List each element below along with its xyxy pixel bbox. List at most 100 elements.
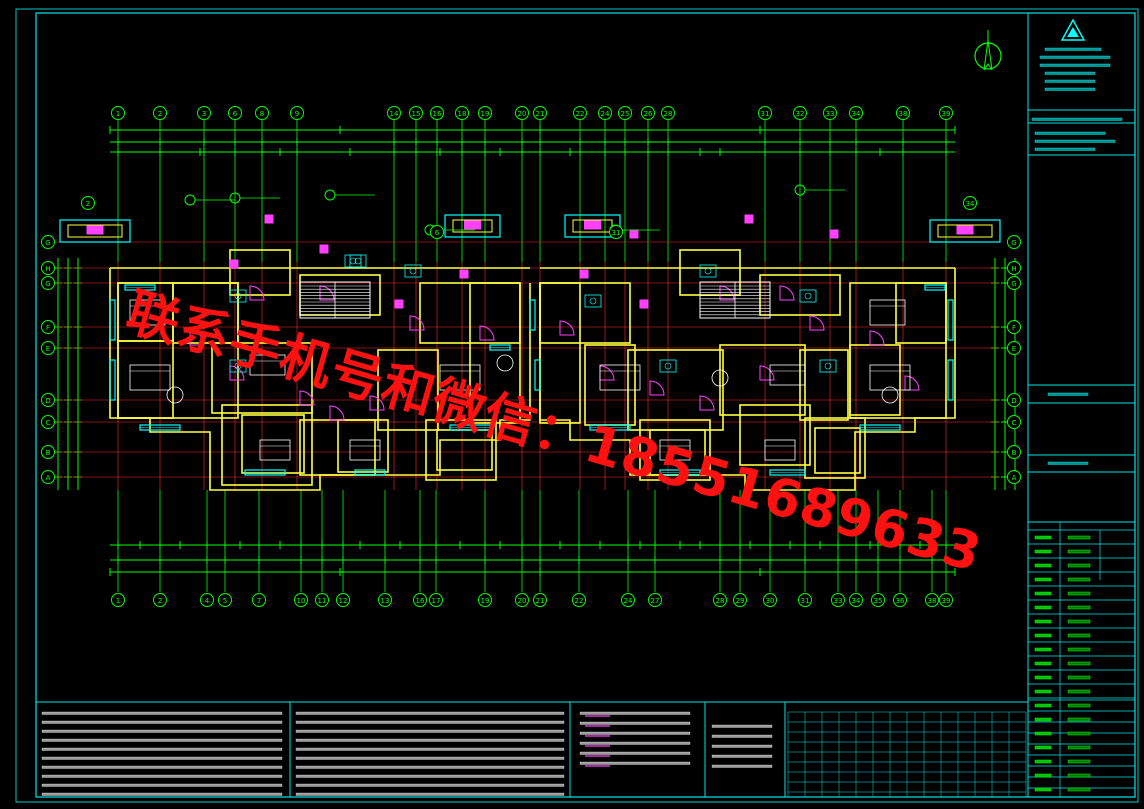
row-bubble-right: A [1007,470,1021,484]
svg-text:29: 29 [736,597,745,605]
svg-text:34: 34 [852,110,861,118]
row-bubble-right: G [1007,276,1021,290]
svg-text:16: 16 [433,110,442,118]
svg-text:F: F [46,324,50,332]
row-bubble-right: C [1007,415,1021,429]
svg-text:A: A [1012,474,1017,482]
svg-text:31: 31 [761,110,770,118]
cad-floor-plan-drawing: 1 2 3 6 8 9 14 15 16 18 19 20 21 22 24 25 26 28 31 32 33 34 38… [15,8,1139,803]
svg-text:24: 24 [601,110,610,118]
svg-text:D: D [45,397,50,405]
svg-text:G: G [45,239,50,247]
svg-text:G: G [45,280,50,288]
grid-bubble-bottom: 12 [336,593,350,607]
svg-text:3: 3 [202,110,206,118]
svg-text:25: 25 [621,110,630,118]
grid-bubble-bottom: 11 [315,593,329,607]
grid-bubble-bottom: 20 [515,593,529,607]
svg-text:39: 39 [942,597,951,605]
row-bubble-right: B [1007,445,1021,459]
grid-bubble-bottom: 39 [939,593,953,607]
svg-text:B: B [1012,449,1017,457]
grid-bubble-top: 26 [641,106,655,120]
row-bubble-right: H [1007,261,1021,275]
row-bubble-left: E [41,341,55,355]
svg-text:C: C [1012,419,1017,427]
walls [109,249,956,491]
svg-text:G: G [1011,239,1016,247]
grid-bubble-bottom: 33 [831,593,845,607]
svg-text:9: 9 [295,110,299,118]
row-bubble-right: E [1007,341,1021,355]
grid-bubble-top: 19 [478,106,492,120]
grid-bubble-top: 38 [896,106,910,120]
grid-bubble-top: 1 [111,106,125,120]
notes-panel [35,701,1029,798]
north-arrow [974,30,1002,71]
grid-bubble-bottom: 35 [871,593,885,607]
svg-text:19: 19 [481,597,490,605]
svg-text:19: 19 [481,110,490,118]
grid-bubble-bottom: 31 [798,593,812,607]
svg-text:21: 21 [536,597,545,605]
grid-bubble-bottom: 24 [621,593,635,607]
svg-text:32: 32 [796,110,805,118]
grid-bubble-top: 6 [430,225,444,239]
svg-text:E: E [46,345,50,353]
svg-text:34: 34 [852,597,861,605]
svg-text:B: B [46,449,51,457]
svg-text:2: 2 [158,110,162,118]
grid-bubble-top: 32 [793,106,807,120]
grid-bubble-top: 22 [573,106,587,120]
svg-text:28: 28 [716,597,725,605]
svg-text:G: G [1011,280,1016,288]
outer-frame [15,8,1139,803]
grid-bubble-bottom: 28 [713,593,727,607]
grid-bubble-top: 39 [939,106,953,120]
svg-text:H: H [1011,265,1016,273]
grid-bubble-top: 21 [533,106,547,120]
grid-bubble-top: 34 [963,196,977,210]
svg-text:27: 27 [651,597,660,605]
grid-bubble-top: 2 [153,106,167,120]
svg-text:33: 33 [826,110,835,118]
svg-text:38: 38 [899,110,908,118]
svg-text:38: 38 [928,597,937,605]
grid-bubble-top: 3 [197,106,211,120]
svg-text:20: 20 [518,110,527,118]
grid-bubble-top: 31 [758,106,772,120]
grid-bubble-bottom: 10 [294,593,308,607]
row-bubble-right: G [1007,235,1021,249]
row-bubble-left: A [41,470,55,484]
grid-bubble-top: 20 [515,106,529,120]
svg-text:21: 21 [536,110,545,118]
svg-text:36: 36 [896,597,905,605]
grid-bubble-top: 24 [598,106,612,120]
svg-text:1: 1 [116,110,120,118]
svg-text:C: C [46,419,51,427]
svg-text:14: 14 [390,110,399,118]
grid-bubble-top: 2 [81,196,95,210]
grid-bubble-bottom: 17 [429,593,443,607]
grid-bubble-bottom: 16 [413,593,427,607]
svg-text:4: 4 [205,597,210,605]
grid-bubble-bottom: 1 [111,593,125,607]
grid-bubble-top: 18 [455,106,469,120]
svg-text:D: D [1011,397,1016,405]
svg-text:8: 8 [260,110,264,118]
svg-text:24: 24 [624,597,633,605]
svg-text:E: E [1012,345,1016,353]
row-bubble-left: D [41,393,55,407]
row-bubble-left: G [41,235,55,249]
svg-text:1: 1 [116,597,120,605]
svg-text:2: 2 [86,200,90,208]
svg-text:22: 22 [576,110,585,118]
grid-bubble-top: 14 [387,106,401,120]
grid-bubble-bottom: 19 [478,593,492,607]
svg-text:H: H [45,265,50,273]
svg-text:2: 2 [158,597,162,605]
svg-text:10: 10 [297,597,306,605]
svg-text:6: 6 [233,110,238,118]
grid-bubble-bottom: 36 [893,593,907,607]
svg-text:12: 12 [339,597,348,605]
